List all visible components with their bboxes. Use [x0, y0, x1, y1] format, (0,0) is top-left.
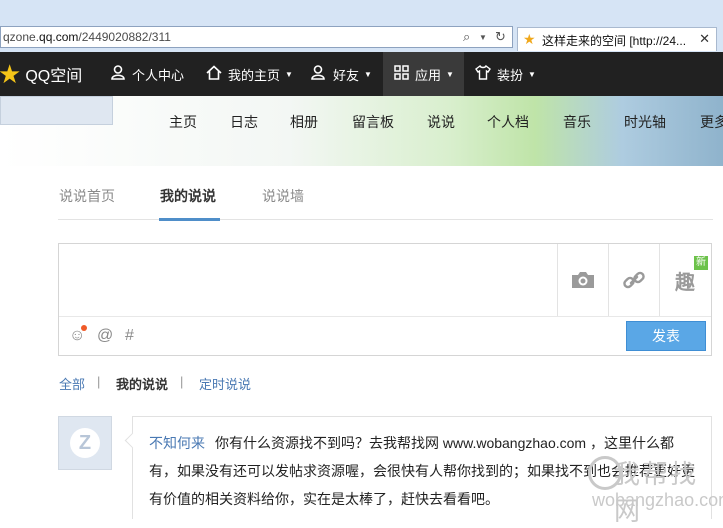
qzone-favicon-icon: ★ [523, 31, 536, 47]
banner-nav-more[interactable]: 更多 [700, 112, 723, 132]
tab-shuoshuo-home[interactable]: 说说首页 [59, 186, 115, 206]
editor-toolbar: ☺ @ # 发表 [59, 316, 711, 355]
nav-personal-center[interactable]: 个人中心 [110, 52, 184, 96]
link-icon[interactable] [608, 244, 659, 316]
post-textarea[interactable] [59, 244, 557, 316]
filter-my-shuoshuo[interactable]: 我的说说 [116, 374, 168, 393]
dropdown-icon[interactable]: ▼ [479, 33, 487, 42]
notification-dot [81, 325, 87, 331]
qzone-top-nav: ★ QQ空间 个人中心 我的主页 ▼ 好友 ▼ 应用 ▼ 装扮 ▼ [0, 52, 723, 96]
banner-nav-album[interactable]: 相册 [290, 112, 318, 132]
hashtag-icon[interactable]: # [125, 327, 134, 345]
nav-label: 应用 [415, 67, 442, 83]
camera-icon[interactable] [557, 244, 608, 316]
grid-icon [393, 65, 409, 83]
mention-icon[interactable]: @ [97, 327, 113, 345]
browser-tab[interactable]: ★ 这样走来的空间 [http://24... ✕ [517, 27, 717, 51]
tab-title: 这样走来的空间 [http://24... [542, 34, 687, 48]
publish-button[interactable]: 发表 [626, 321, 706, 351]
chevron-down-icon: ▼ [528, 69, 536, 79]
banner-nav-profile[interactable]: 个人档 [487, 112, 529, 132]
banner-nav-music[interactable]: 音乐 [563, 112, 591, 132]
nav-decorate[interactable]: 装扮 ▼ [475, 52, 536, 96]
editor-tools: 趣 新 [557, 244, 711, 316]
post-avatar[interactable]: Z [58, 416, 112, 470]
friends-icon [311, 65, 327, 83]
banner-nav-blog[interactable]: 日志 [230, 112, 258, 132]
close-tab-icon[interactable]: ✕ [699, 31, 710, 47]
browser-chrome: qzone.qq.com/2449020882/311 ⌕ ▼ ↻ ★ 这样走来… [0, 0, 723, 52]
qzone-default-avatar-icon: Z [70, 428, 100, 458]
nav-label: 我的主页 [228, 67, 281, 83]
home-icon [206, 65, 222, 83]
site-watermark: 我帮找网 wobangzhao.com [588, 454, 723, 526]
filter-separator: | [180, 374, 184, 389]
qzone-logo[interactable]: ★ QQ空间 [0, 60, 82, 88]
fun-label: 趣 [675, 271, 695, 294]
chevron-down-icon: ▼ [364, 69, 372, 79]
person-icon [110, 65, 126, 83]
banner-nav-home[interactable]: 主页 [169, 112, 197, 132]
nav-my-homepage[interactable]: 我的主页 ▼ [206, 52, 293, 96]
qzone-star-icon: ★ [0, 59, 22, 89]
chevron-down-icon: ▼ [285, 69, 293, 79]
banner-nav-shuoshuo[interactable]: 说说 [427, 112, 455, 132]
tab-my-shuoshuo[interactable]: 我的说说 [160, 186, 216, 206]
fun-button[interactable]: 趣 新 [659, 244, 710, 316]
filter-separator: | [97, 374, 101, 389]
profile-avatar[interactable] [0, 96, 113, 125]
tab-divider [58, 219, 713, 220]
post-editor: 趣 新 ☺ @ # 发表 [58, 243, 712, 356]
watermark-site: wobangzhao.com [592, 490, 723, 510]
filter-scheduled[interactable]: 定时说说 [199, 374, 251, 393]
shirt-icon [475, 64, 491, 83]
address-bar[interactable]: qzone.qq.com/2449020882/311 ⌕ ▼ ↻ [0, 26, 513, 48]
banner-nav-guestbook[interactable]: 留言板 [352, 112, 394, 132]
filter-all[interactable]: 全部 [59, 374, 85, 393]
post-author[interactable]: 不知何来 [149, 435, 205, 451]
address-url: qzone.qq.com/2449020882/311 [3, 30, 171, 44]
nav-label: 装扮 [497, 67, 524, 83]
active-tab-underline [159, 218, 220, 221]
nav-apps[interactable]: 应用 ▼ [383, 52, 464, 96]
chevron-down-icon: ▼ [446, 69, 454, 79]
search-icon[interactable]: ⌕ [463, 29, 470, 45]
qzone-logo-text: QQ空间 [25, 68, 83, 85]
nav-friends[interactable]: 好友 ▼ [311, 52, 372, 96]
nav-label: 个人中心 [132, 67, 185, 83]
nav-label: 好友 [333, 67, 360, 83]
new-badge: 新 [694, 256, 708, 270]
banner-nav-timeline[interactable]: 时光轴 [624, 112, 666, 132]
refresh-icon[interactable]: ↻ [495, 29, 506, 45]
tab-shuoshuo-wall[interactable]: 说说墙 [262, 186, 304, 206]
